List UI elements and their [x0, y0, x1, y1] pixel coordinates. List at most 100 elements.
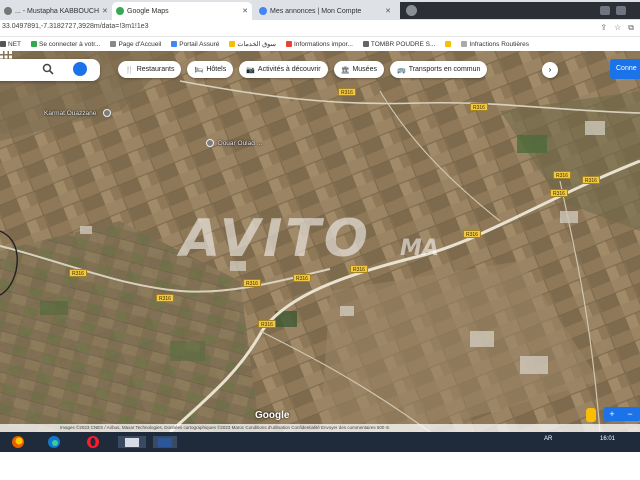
window-control-icon[interactable] — [616, 6, 626, 15]
tab-google-maps[interactable]: Google Maps ✕ — [112, 2, 252, 20]
close-icon[interactable]: ✕ — [242, 7, 248, 15]
road-label: R316 — [156, 294, 174, 302]
firefox-icon[interactable] — [11, 435, 25, 449]
category-chips: 🍴 Restaurants 🛏 Hôtels 📷 Activités à découv… — [118, 61, 488, 78]
museum-icon: 🏛 — [340, 66, 350, 74]
opera-icon[interactable] — [86, 435, 100, 449]
place-pin-icon[interactable] — [206, 139, 214, 147]
edge-icon[interactable] — [47, 435, 61, 449]
share-icon[interactable]: ⇪ — [600, 23, 607, 33]
chips-next-button[interactable]: › — [542, 62, 558, 78]
taskbar-clock[interactable]: 16:01 — [600, 436, 615, 442]
bookmark-label: Infractions Routières — [469, 40, 530, 48]
road-label: R316 — [243, 279, 261, 287]
word-icon[interactable] — [152, 435, 178, 449]
browser-tab-bar: ... - Mustapha KABBOUCH ✕ Google Maps ✕ … — [0, 0, 640, 20]
bookmark-item[interactable]: سوق الخدمات — [229, 40, 276, 48]
window-control-icon[interactable] — [600, 6, 610, 15]
windows-taskbar: AR 16:01 — [0, 432, 640, 452]
close-icon[interactable]: ✕ — [102, 7, 108, 15]
tab-title: Google Maps — [127, 7, 169, 15]
screen: ... - Mustapha KABBOUCH ✕ Google Maps ✕ … — [0, 0, 640, 452]
directions-icon[interactable] — [73, 62, 87, 76]
road-label: R316 — [553, 171, 571, 179]
search-icon[interactable] — [42, 63, 54, 75]
chip-label: Activités à découvrir — [257, 66, 321, 73]
window-icon — [406, 5, 417, 16]
bookmark-item[interactable] — [445, 41, 452, 47]
taskbar-language[interactable]: AR — [544, 436, 552, 442]
tab-title: ... - Mustapha KABBOUCH — [15, 7, 100, 15]
road-label: R316 — [582, 176, 600, 184]
road-label: R316 — [550, 189, 568, 197]
bookmark-icon — [171, 41, 178, 47]
bookmark-icon — [445, 41, 452, 47]
bookmarks-bar: NET Se connecter à votr... Page d'Accuei… — [0, 37, 640, 51]
avito-favicon-icon — [259, 7, 267, 15]
bus-icon: 🚌 — [396, 66, 406, 74]
sign-in-button[interactable]: Conne — [610, 59, 640, 79]
road-label: R316 — [463, 230, 481, 238]
chip-activities[interactable]: 📷 Activités à découvrir — [239, 61, 328, 78]
bookmark-label: TOMBR POUDRE S... — [370, 40, 436, 48]
satellite-map[interactable]: 🍴 Restaurants 🛏 Hôtels 📷 Activités à découv… — [0, 51, 640, 432]
bookmark-label: Informations impor... — [293, 40, 353, 48]
bookmark-icon — [31, 41, 37, 47]
tab-title: Mes annonces | Mon Compte — [270, 7, 362, 15]
bookmark-item[interactable]: Se connecter à votr... — [31, 41, 100, 48]
apps-grid-icon[interactable] — [0, 51, 12, 63]
road-label: R316 — [69, 269, 87, 277]
bookmark-item[interactable]: Page d'Accueil — [110, 41, 161, 48]
road-label: R316 — [258, 320, 276, 328]
chip-label: Musées — [352, 66, 377, 73]
chip-museums[interactable]: 🏛 Musées — [333, 61, 384, 78]
google-logo: Google — [255, 410, 290, 421]
road-label: R316 — [470, 103, 488, 111]
url-text[interactable]: 33.0497891,-7.3182727,3928m/data=!3m1!1e… — [2, 23, 149, 30]
address-bar[interactable]: 33.0497891,-7.3182727,3928m/data=!3m1!1e… — [0, 20, 640, 37]
map-attribution: Images ©2023 CNES / Airbus, Maxar Techno… — [0, 424, 640, 432]
tab-mes-annonces[interactable]: Mes annonces | Mon Compte ✕ — [255, 2, 395, 20]
bookmark-label: Portail Assuré — [179, 40, 220, 48]
bookmark-icon — [362, 41, 369, 47]
bookmark-icon — [229, 41, 236, 47]
bed-icon: 🛏 — [194, 66, 204, 74]
avito-watermark: AVITO — [180, 209, 371, 269]
chip-hotels[interactable]: 🛏 Hôtels — [187, 61, 234, 78]
road-label: R316 — [338, 88, 356, 96]
avito-watermark-suffix: MA — [400, 236, 439, 261]
bookmark-item[interactable]: Infractions Routières — [461, 41, 529, 48]
place-pin-icon[interactable] — [103, 109, 111, 117]
bookmark-item[interactable]: NET — [0, 41, 21, 48]
zoom-out-button[interactable]: − — [624, 407, 636, 421]
extensions-icon[interactable]: ⧉ — [628, 23, 634, 33]
file-explorer-icon[interactable] — [117, 435, 147, 449]
overlay-window-strip — [400, 2, 640, 19]
bookmark-label: Se connecter à votr... — [39, 40, 101, 48]
place-label[interactable]: Karmat Ouazzane — [44, 110, 96, 117]
bookmark-icon — [0, 41, 6, 47]
road-label: R316 — [293, 274, 311, 282]
zoom-in-button[interactable]: + — [606, 407, 618, 421]
bookmark-star-icon[interactable]: ☆ — [614, 23, 621, 33]
close-icon[interactable]: ✕ — [385, 7, 391, 15]
zoom-control: + − — [604, 407, 640, 421]
address-bar-actions: ⇪ ☆ ⧉ — [600, 23, 634, 33]
tab-mustapha[interactable]: ... - Mustapha KABBOUCH ✕ — [0, 2, 108, 20]
pegman-icon[interactable] — [586, 408, 596, 422]
bookmark-label: Page d'Accueil — [118, 40, 162, 48]
place-label[interactable]: Douar Oulad ... — [218, 140, 262, 147]
bookmark-label: سوق الخدمات — [237, 41, 276, 48]
bookmark-label: NET — [8, 40, 21, 48]
chip-transit[interactable]: 🚌 Transports en commun — [389, 61, 488, 78]
bookmark-icon — [110, 41, 117, 47]
bookmark-item[interactable]: Portail Assuré — [171, 41, 219, 48]
camera-icon: 📷 — [246, 66, 255, 74]
fork-knife-icon: 🍴 — [125, 66, 134, 74]
bookmark-item[interactable]: TOMBR POUDRE S... — [362, 40, 436, 48]
bookmark-icon — [461, 41, 468, 47]
chip-restaurants[interactable]: 🍴 Restaurants — [118, 61, 182, 78]
tab-favicon-icon — [4, 7, 12, 15]
bookmark-item[interactable]: Informations impor... — [285, 40, 353, 48]
search-box[interactable] — [0, 59, 100, 81]
